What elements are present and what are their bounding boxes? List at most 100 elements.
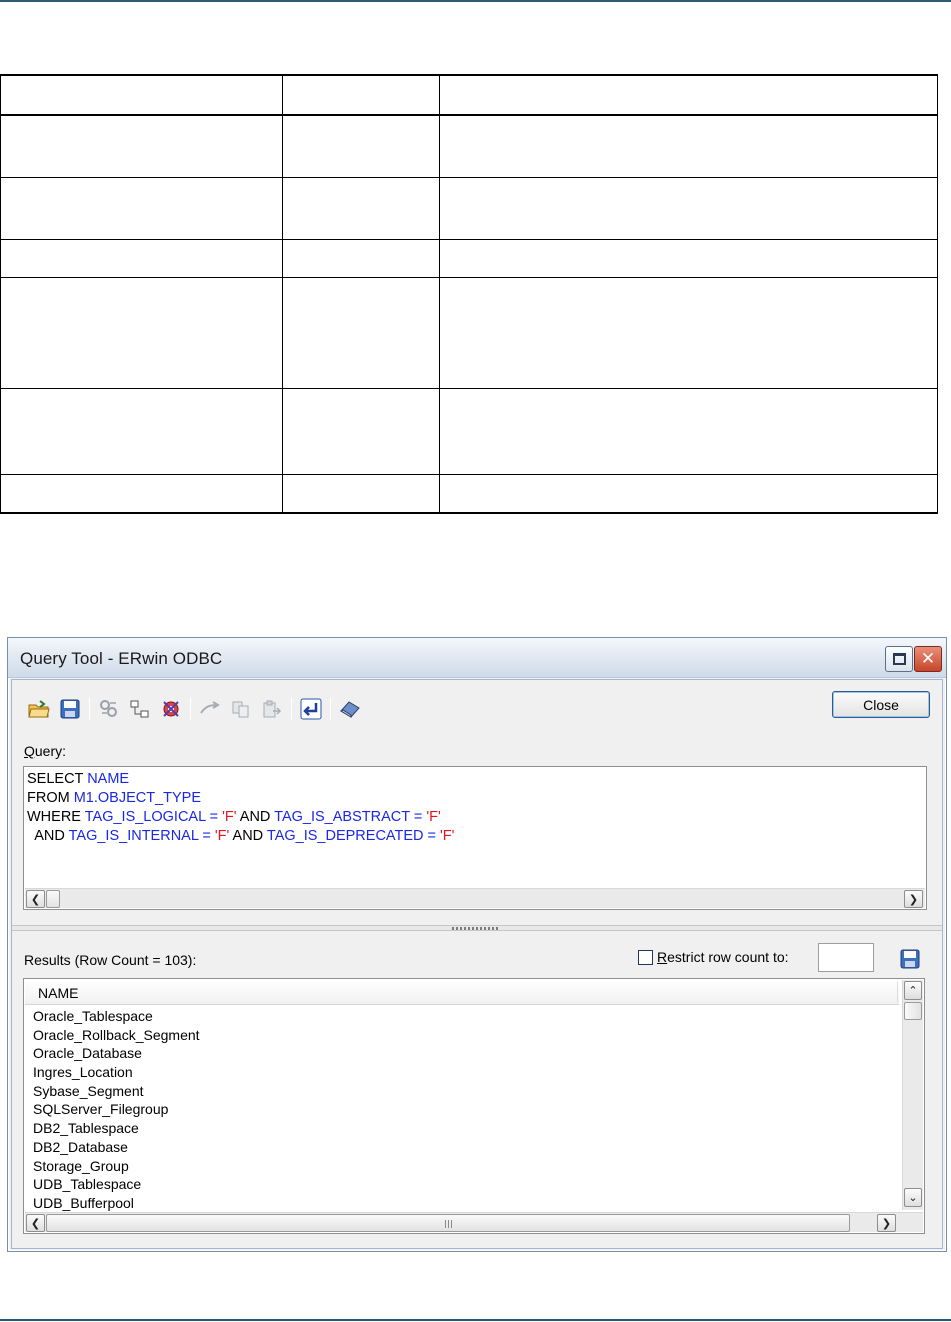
close-button[interactable]: Close — [832, 691, 930, 718]
list-item[interactable]: SQLServer_Filegroup — [33, 1100, 200, 1119]
table-cell — [0, 387, 283, 475]
title-bar[interactable]: Query Tool - ERwin ODBC ✕ — [8, 638, 946, 678]
column-divider — [897, 982, 898, 1002]
query-token: 'F' — [426, 809, 441, 825]
horizontal-scroll-thumb[interactable] — [46, 1214, 850, 1232]
results-list[interactable]: NAME Oracle_Tablespace Oracle_Rollback_Se… — [23, 978, 925, 1234]
pane-splitter[interactable] — [12, 925, 942, 931]
query-token: SELECT — [27, 771, 88, 787]
table-cell — [439, 74, 938, 116]
list-item[interactable]: DB2_Database — [33, 1138, 200, 1157]
query-label-text: uery: — [34, 743, 67, 759]
query-token: AND — [236, 809, 275, 825]
table-row — [0, 114, 938, 178]
table-cell — [0, 176, 283, 240]
save-results-icon[interactable] — [898, 948, 922, 970]
query-token: TAG_IS_LOGICAL = — [84, 809, 223, 825]
table-cell — [439, 114, 938, 178]
clear-icon[interactable] — [338, 697, 362, 721]
list-item[interactable]: Oracle_Tablespace — [33, 1007, 200, 1026]
table-row — [0, 387, 938, 475]
scroll-up-button[interactable]: ⌃ — [904, 981, 922, 1000]
query-token: FROM — [27, 790, 74, 806]
page-top-rule — [0, 0, 951, 2]
query-token: AND — [229, 828, 267, 844]
restrict-row-count-label[interactable]: Restrict row count to: — [657, 949, 789, 965]
table-cell — [439, 387, 938, 475]
table-cell — [0, 276, 283, 389]
query-line: AND TAG_IS_INTERNAL = 'F' AND TAG_IS_DEP… — [27, 827, 923, 846]
query-token: NAME — [87, 771, 130, 787]
toolbar-separator — [291, 698, 292, 720]
scroll-right-button[interactable]: ❯ — [904, 890, 923, 908]
splitter-grip — [452, 927, 500, 930]
link-icon[interactable] — [97, 697, 121, 721]
list-item[interactable]: Ingres_Location — [33, 1063, 200, 1082]
table-cell — [439, 176, 938, 240]
restrict-label-accelerator: R — [657, 949, 668, 965]
table-row — [0, 276, 938, 389]
window-close-button[interactable]: ✕ — [914, 646, 942, 672]
toolbar — [27, 694, 369, 724]
column-header-label: NAME — [38, 985, 79, 1001]
scroll-thumb[interactable] — [46, 890, 60, 908]
results-horizontal-scrollbar[interactable]: ❮ ❯ — [25, 1212, 923, 1232]
table-cell — [439, 473, 938, 514]
table-cell — [0, 473, 283, 514]
table-cell — [282, 473, 440, 514]
column-header-name[interactable]: NAME — [25, 980, 899, 1005]
list-item[interactable]: UDB_Bufferpool — [33, 1194, 200, 1213]
restrict-label-text: estrict row count to: — [667, 949, 789, 965]
scroll-left-button[interactable]: ❮ — [26, 1214, 45, 1232]
scroll-right-button[interactable]: ❯ — [877, 1214, 896, 1232]
query-horizontal-scrollbar[interactable]: ❮ ❯ — [25, 888, 925, 908]
relationship-icon[interactable] — [128, 697, 152, 721]
scroll-down-button[interactable]: ⌄ — [904, 1188, 922, 1207]
result-rows: Oracle_Tablespace Oracle_Rollback_Segment… — [33, 1007, 200, 1213]
maximize-button[interactable] — [885, 646, 913, 672]
results-vertical-scrollbar[interactable]: ⌃ ⌄ — [902, 980, 923, 1210]
connect-icon[interactable] — [198, 697, 222, 721]
restrict-row-count-checkbox[interactable] — [638, 950, 653, 965]
query-label: Query: — [24, 743, 66, 759]
row-count-input[interactable] — [818, 943, 874, 972]
toolbar-separator — [330, 698, 331, 720]
query-line: FROM M1.OBJECT_TYPE — [27, 789, 923, 808]
table-row — [0, 473, 938, 514]
list-item[interactable]: DB2_Tablespace — [33, 1119, 200, 1138]
maximize-icon — [892, 653, 906, 665]
object-model-icon[interactable] — [159, 697, 183, 721]
execute-icon[interactable] — [299, 697, 323, 721]
query-line: WHERE TAG_IS_LOGICAL = 'F' AND TAG_IS_AB… — [27, 808, 923, 827]
table-cell — [282, 114, 440, 178]
thumb-grip — [445, 1220, 453, 1228]
save-icon[interactable] — [58, 697, 82, 721]
query-tool-window: Query Tool - ERwin ODBC ✕ Close Query: S… — [7, 637, 947, 1252]
list-item[interactable]: Oracle_Database — [33, 1044, 200, 1063]
query-token: M1.OBJECT_TYPE — [73, 790, 202, 806]
list-item[interactable]: Sybase_Segment — [33, 1082, 200, 1101]
open-folder-icon[interactable] — [27, 697, 51, 721]
query-editor[interactable]: SELECT NAME FROM M1.OBJECT_TYPE WHERE TAG_… — [23, 766, 927, 910]
query-text[interactable]: SELECT NAME FROM M1.OBJECT_TYPE WHERE TAG_… — [27, 770, 923, 846]
list-item[interactable]: Storage_Group — [33, 1157, 200, 1176]
table-row — [0, 238, 938, 278]
copy-icon[interactable] — [229, 697, 253, 721]
close-x-icon: ✕ — [920, 648, 936, 669]
query-token: 'F' — [440, 828, 455, 844]
query-token: TAG_IS_DEPRECATED = — [266, 828, 441, 844]
vertical-scroll-thumb[interactable] — [904, 1002, 922, 1020]
table-cell — [439, 238, 938, 278]
query-token: AND — [27, 828, 69, 844]
query-token: WHERE — [27, 809, 85, 825]
table-cell — [439, 276, 938, 389]
query-token: TAG_IS_ABSTRACT = — [274, 809, 427, 825]
paste-icon[interactable] — [260, 697, 284, 721]
list-item[interactable]: Oracle_Rollback_Segment — [33, 1026, 200, 1045]
list-item[interactable]: UDB_Tablespace — [33, 1175, 200, 1194]
dialog-client-area: Close Query: SELECT NAME FROM M1.OBJECT_T… — [11, 679, 943, 1249]
table-cell — [282, 387, 440, 475]
query-line: SELECT NAME — [27, 770, 923, 789]
document-table — [0, 74, 938, 514]
scroll-left-button[interactable]: ❮ — [26, 890, 45, 908]
